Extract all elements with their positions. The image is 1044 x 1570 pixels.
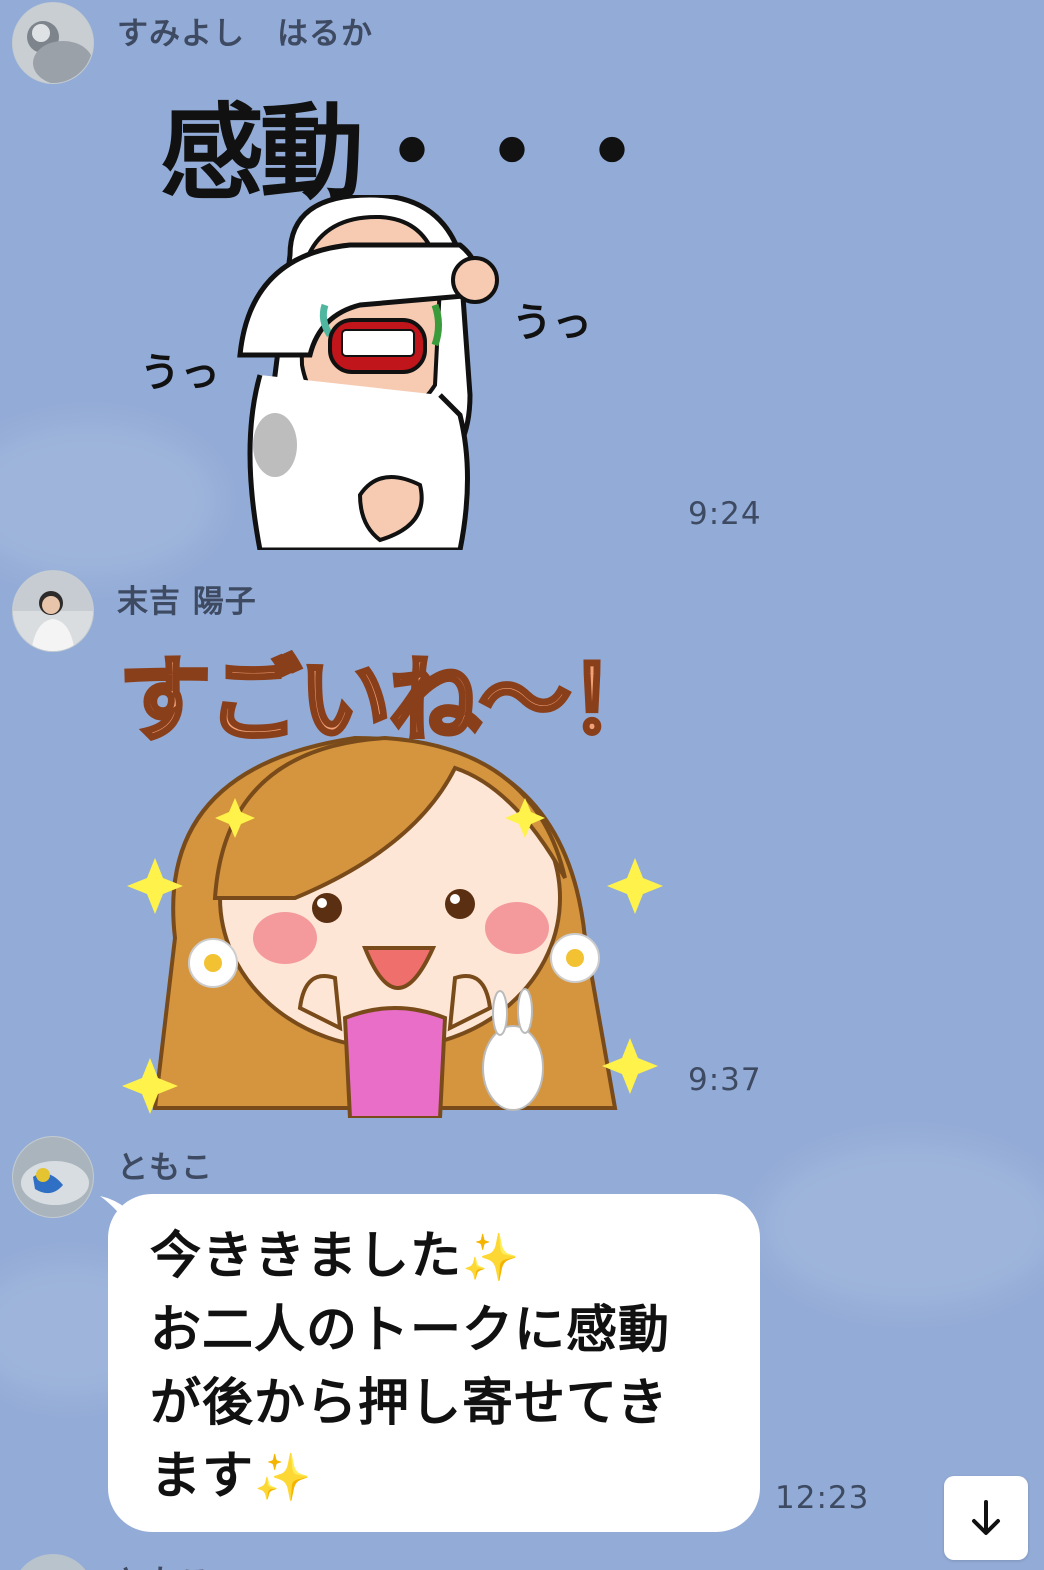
sparkle-icon: ✨ — [254, 1450, 313, 1504]
message-line-text: 今ききました — [150, 1227, 463, 1286]
crying-man-illustration — [237, 195, 499, 550]
message-time: 9:37 — [688, 1062, 762, 1098]
message-line: お二人のトークに感動 — [150, 1301, 671, 1360]
sparkle-icon: ✨ — [462, 1230, 521, 1284]
sticker-image[interactable]: すごいね〜！ — [115, 628, 675, 1118]
sender-name: ともこ — [117, 1556, 210, 1570]
message-bubble[interactable]: 今ききました✨ お二人のトークに感動 が後から押し寄せてき ます✨ — [108, 1194, 760, 1532]
message-line: 今ききました✨ — [150, 1220, 720, 1294]
message-line: が後から押し寄せてき — [150, 1374, 669, 1433]
scroll-to-bottom-button[interactable] — [944, 1476, 1028, 1560]
sender-name: 末吉 陽子 — [117, 584, 257, 620]
message-time: 12:23 — [775, 1480, 870, 1516]
arrow-down-icon — [972, 1500, 1000, 1535]
sticker-caption: すごいね〜！ — [117, 645, 663, 756]
sticker-image[interactable]: 感動・・・ うっ うっ — [120, 60, 664, 550]
sticker-sound-text: うっ — [512, 300, 592, 346]
message-line: ます✨ — [150, 1440, 720, 1514]
avatar-sender-3[interactable] — [12, 1136, 94, 1218]
message-time: 9:24 — [688, 496, 762, 532]
sender-name: ともこ — [117, 1150, 213, 1186]
background-cloud — [760, 1140, 1044, 1310]
girl-illustration — [122, 735, 663, 1118]
avatar-next-sender[interactable] — [12, 1554, 94, 1570]
sticker-sound-text: うっ — [140, 350, 220, 396]
sender-name: すみよし はるか — [117, 16, 373, 52]
avatar-sender-1[interactable] — [12, 2, 94, 84]
avatar-sender-2[interactable] — [12, 570, 94, 652]
message-line-text: ます — [150, 1447, 255, 1506]
